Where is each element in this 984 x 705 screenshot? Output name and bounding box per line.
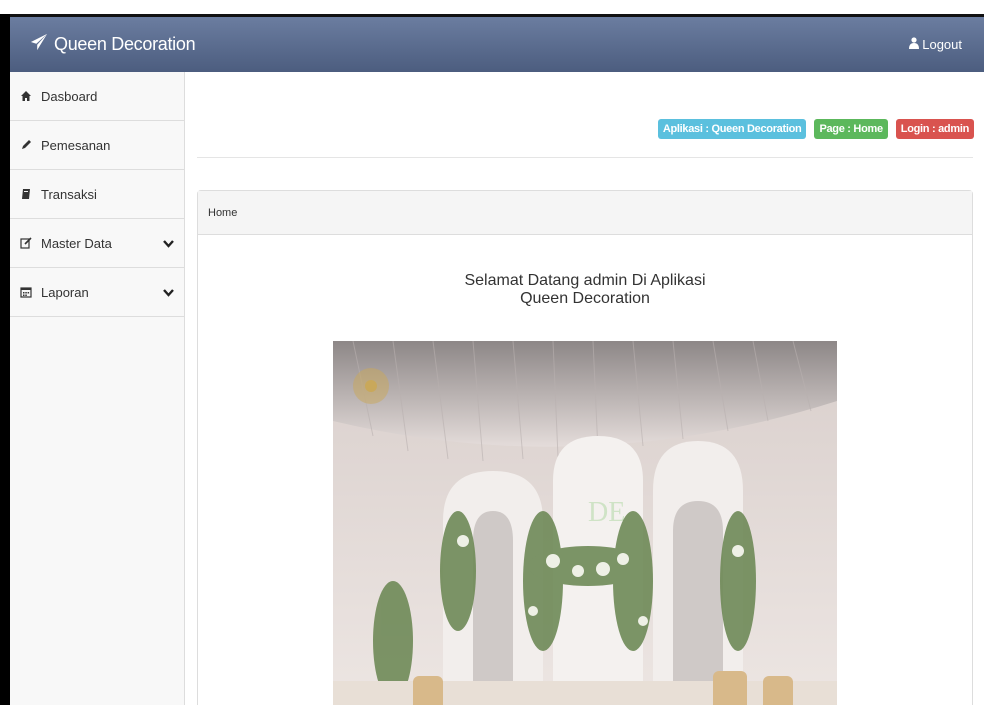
chevron-down-icon (163, 237, 174, 248)
page-label: Page : Home (814, 119, 888, 139)
sidebar: Dasboard Pemesanan Transaksi Master Data (10, 72, 185, 705)
sidebar-item-label: Pemesanan (41, 137, 111, 153)
sidebar-item-label: Transaksi (41, 186, 97, 202)
chevron-down-icon (163, 286, 174, 297)
logout-label: Logout (922, 37, 962, 52)
sidebar-item-dasboard[interactable]: Dasboard (10, 72, 184, 121)
sidebar-item-transaksi[interactable]: Transaksi (10, 170, 184, 219)
breadcrumb-home: Home (208, 206, 238, 219)
decoration-photo: DE (333, 341, 837, 705)
breadcrumb: Home (198, 191, 972, 235)
sidebar-item-label: Dasboard (41, 88, 98, 104)
logout-link[interactable]: Logout (909, 37, 962, 52)
paper-plane-icon (30, 33, 48, 56)
pencil-icon (20, 139, 32, 151)
welcome-message: Selamat Datang admin Di Aplikasi Queen D… (198, 272, 972, 308)
navbar: Queen Decoration Logout (10, 14, 984, 72)
sidebar-item-master-data[interactable]: Master Data (10, 219, 184, 268)
brand-link[interactable]: Queen Decoration (30, 33, 196, 56)
sidebar-item-laporan[interactable]: Laporan (10, 268, 184, 317)
login-label: Login : admin (895, 119, 974, 139)
sidebar-item-label: Laporan (41, 284, 89, 300)
brand-title: Queen Decoration (54, 34, 196, 54)
welcome-line-2: Queen Decoration (520, 290, 650, 307)
user-icon (909, 37, 920, 52)
book-icon (20, 188, 32, 200)
app-label: Aplikasi : Queen Decoration (657, 119, 807, 139)
content-panel: Home Selamat Datang admin Di Aplikasi Qu… (197, 190, 973, 705)
page: Queen Decoration Logout Dasboard Pemesan… (0, 0, 984, 705)
divider (197, 157, 973, 158)
edit-icon (20, 237, 32, 249)
top-edge (0, 0, 984, 14)
welcome-line-1: Selamat Datang admin Di Aplikasi (464, 272, 706, 289)
sidebar-item-label: Master Data (41, 235, 112, 251)
home-icon (20, 90, 32, 102)
header-labels: Aplikasi : Queen Decoration Page : Home … (657, 119, 974, 139)
calendar-icon (20, 286, 32, 298)
monogram-text: DE (588, 497, 625, 528)
left-edge (0, 14, 10, 705)
main-content: Aplikasi : Queen Decoration Page : Home … (185, 72, 984, 705)
sidebar-item-pemesanan[interactable]: Pemesanan (10, 121, 184, 170)
